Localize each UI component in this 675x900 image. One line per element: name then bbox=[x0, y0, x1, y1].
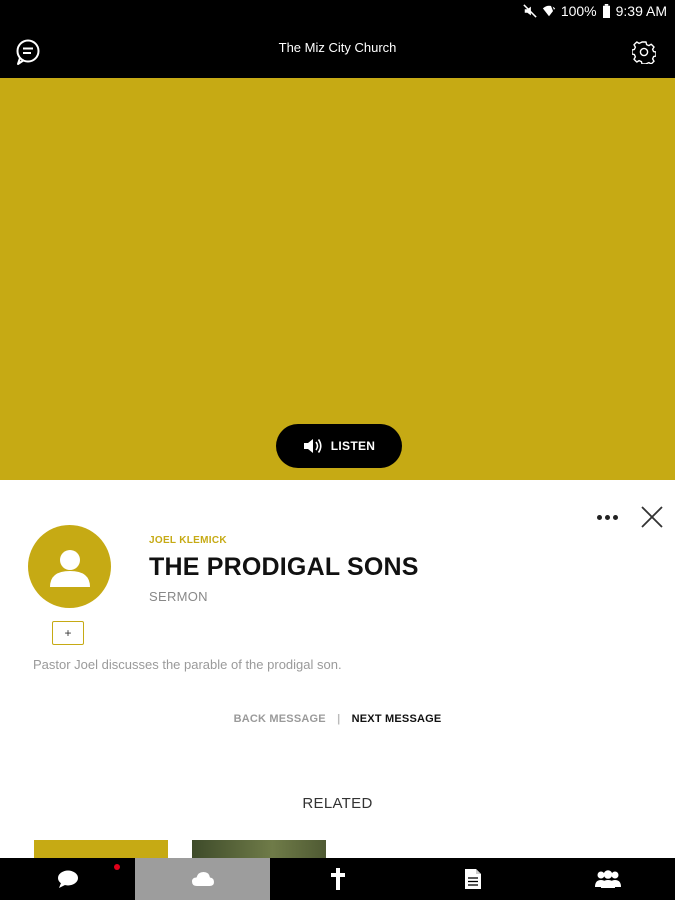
notification-dot bbox=[114, 864, 120, 870]
listen-button[interactable]: LISTEN bbox=[276, 424, 402, 468]
more-dot bbox=[596, 514, 602, 520]
cloud-icon bbox=[191, 872, 214, 886]
app-header: The Miz City Church bbox=[0, 24, 675, 78]
tab-community[interactable] bbox=[540, 858, 675, 900]
app-title: The Miz City Church bbox=[278, 40, 397, 55]
bottom-tab-bar bbox=[0, 858, 675, 900]
battery-icon bbox=[602, 4, 610, 18]
media-hero: LISTEN bbox=[0, 78, 675, 480]
speaker-avatar[interactable] bbox=[28, 525, 111, 608]
message-category: SERMON bbox=[149, 589, 208, 604]
status-indicators: 100% 9:39 AM bbox=[523, 3, 667, 19]
next-message-link[interactable]: NEXT MESSAGE bbox=[352, 713, 442, 725]
chat-icon bbox=[57, 870, 78, 888]
related-heading: RELATED bbox=[302, 795, 373, 812]
listen-label: LISTEN bbox=[330, 439, 376, 453]
more-dot bbox=[612, 514, 618, 520]
more-options-button[interactable] bbox=[591, 506, 623, 528]
message-navigation: BACK MESSAGE | NEXT MESSAGE bbox=[0, 713, 675, 725]
battery-level: 100% bbox=[560, 3, 597, 19]
message-title: THE PRODIGAL SONS bbox=[149, 553, 419, 581]
document-icon bbox=[464, 869, 481, 889]
clock: 9:39 AM bbox=[615, 3, 667, 19]
close-button[interactable] bbox=[639, 504, 665, 530]
follow-button[interactable]: + bbox=[52, 621, 84, 645]
status-bar: 100% 9:39 AM bbox=[0, 0, 675, 24]
tab-notes[interactable] bbox=[405, 858, 540, 900]
related-thumbnail[interactable] bbox=[192, 840, 326, 860]
back-message-link[interactable]: BACK MESSAGE bbox=[234, 713, 326, 725]
wifi-icon bbox=[542, 5, 556, 17]
speaker-name[interactable]: JOEL KLEMICK bbox=[149, 535, 227, 546]
person-icon bbox=[49, 549, 90, 587]
more-dot bbox=[604, 514, 610, 520]
tab-faith[interactable] bbox=[270, 858, 405, 900]
close-icon bbox=[641, 506, 663, 528]
cross-icon bbox=[330, 868, 345, 890]
speaker-icon bbox=[303, 439, 322, 453]
nav-separator: | bbox=[337, 713, 341, 725]
group-icon bbox=[594, 870, 621, 888]
tab-media[interactable] bbox=[135, 858, 270, 900]
message-description: Pastor Joel discusses the parable of the… bbox=[33, 657, 342, 672]
settings-button[interactable] bbox=[628, 36, 660, 68]
related-thumbnail[interactable] bbox=[34, 840, 168, 860]
gear-icon bbox=[632, 41, 656, 64]
mute-icon bbox=[523, 4, 537, 18]
tab-chat[interactable] bbox=[0, 858, 135, 900]
